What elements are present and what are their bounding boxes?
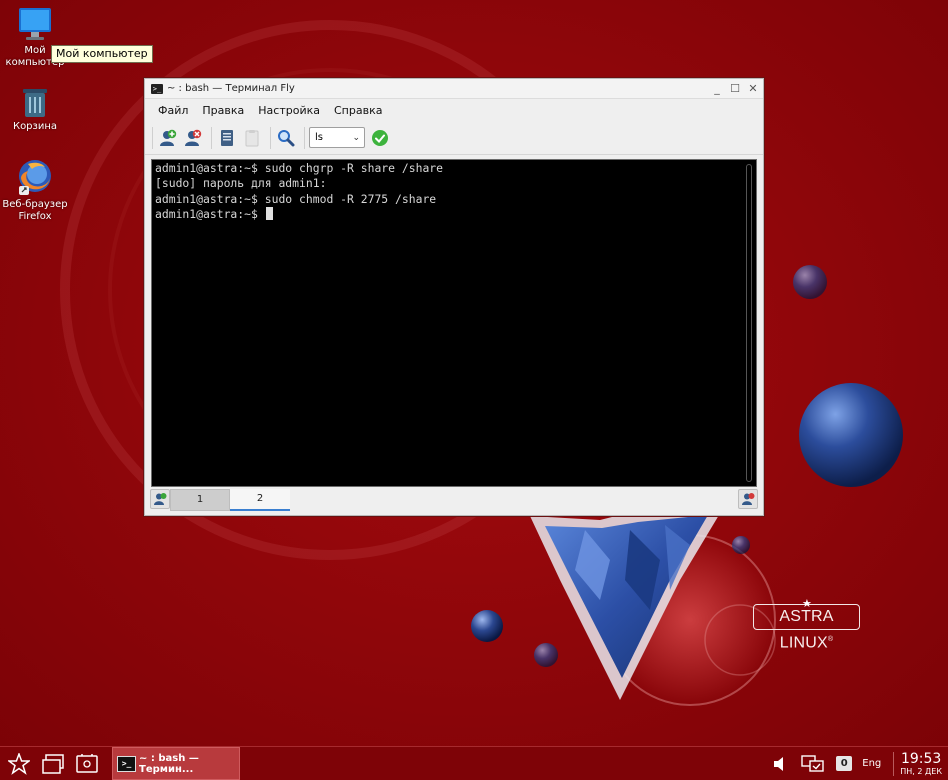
chevron-down-icon: ⌄ xyxy=(352,132,360,143)
terminal-cursor xyxy=(265,207,273,221)
network-button[interactable] xyxy=(800,754,826,774)
logo-mark: ® xyxy=(827,636,834,643)
close-tab-button[interactable] xyxy=(738,489,758,509)
terminal-app-icon: >_ xyxy=(151,83,163,94)
minimize-button[interactable]: _ xyxy=(709,82,725,95)
window-titlebar[interactable]: >_ ~ : bash — Терминал Fly _ ☐ ✕ xyxy=(145,79,763,99)
new-tab-icon xyxy=(154,493,167,505)
terminal-text: admin1@astra:~$ sudo chgrp -R share /sha… xyxy=(155,161,443,223)
show-desktop-button[interactable] xyxy=(72,749,102,779)
terminal-prompt-line: admin1@astra:~$ xyxy=(155,207,443,222)
desktop-icon xyxy=(76,753,98,773)
copy-icon xyxy=(221,129,233,146)
terminal-line: admin1@astra:~$ sudo chmod -R 2775 /shar… xyxy=(155,191,437,206)
menu-bar: Файл Правка Настройка Справка xyxy=(145,99,763,121)
close-session-button[interactable] xyxy=(182,127,204,149)
terminal-line: [sudo] пароль для admin1: xyxy=(155,176,327,191)
terminal-window[interactable]: >_ ~ : bash — Терминал Fly _ ☐ ✕ Файл Пр… xyxy=(144,78,764,516)
session-tab-1[interactable]: 1 xyxy=(170,489,230,511)
run-icon xyxy=(372,129,388,146)
new-tab-button[interactable] xyxy=(150,489,170,509)
system-tray: 0 Eng 19:53 ПН, 2 ДЕК xyxy=(772,747,948,780)
terminal-line: admin1@astra:~$ sudo chgrp -R share /sha… xyxy=(155,161,444,175)
tab-bar-spacer xyxy=(290,489,738,511)
speaker-icon xyxy=(774,756,784,771)
windows-icon xyxy=(42,753,64,774)
tooltip: Мой компьютер xyxy=(51,45,153,63)
clock[interactable]: 19:53 ПН, 2 ДЕК xyxy=(893,750,942,776)
desktop-icon-label: Веб-браузер Firefox xyxy=(2,199,68,222)
toolbar-separator xyxy=(152,126,153,149)
clock-time: 19:53 xyxy=(900,750,942,767)
terminal-icon: >_ xyxy=(117,755,137,772)
find-icon xyxy=(278,129,295,146)
run-command-button[interactable] xyxy=(369,127,391,149)
network-icon xyxy=(801,754,824,772)
new-session-icon xyxy=(160,129,177,146)
firefox-icon xyxy=(17,158,53,196)
menu-file[interactable]: Файл xyxy=(151,104,195,117)
notifications-button[interactable]: 0 xyxy=(836,756,853,771)
astra-star-icon xyxy=(8,752,30,775)
taskbar-item-terminal[interactable]: >_ ~ : bash — Термин... xyxy=(112,747,240,780)
terminal-scrollbar[interactable] xyxy=(746,164,752,482)
desktop-icon-firefox[interactable]: Веб-браузер Firefox xyxy=(0,158,70,223)
new-session-button[interactable] xyxy=(157,127,179,149)
find-button[interactable] xyxy=(275,127,297,149)
desktop-icon-trash[interactable]: Корзина xyxy=(0,86,70,133)
terminal-prompt: admin1@astra:~$ xyxy=(155,207,265,222)
session-tab-2[interactable]: 2 xyxy=(230,489,290,511)
logo-star-icon: ★ xyxy=(802,598,813,610)
toolbar-separator xyxy=(211,126,212,149)
paste-button[interactable] xyxy=(241,127,263,149)
menu-edit[interactable]: Правка xyxy=(195,104,251,117)
terminal-output[interactable]: admin1@astra:~$ sudo chgrp -R share /sha… xyxy=(151,159,757,487)
close-tab-icon xyxy=(742,493,755,505)
session-tab-bar: 1 2 xyxy=(150,489,758,511)
menu-help[interactable]: Справка xyxy=(327,104,389,117)
trash-icon xyxy=(21,86,49,118)
menu-settings[interactable]: Настройка xyxy=(251,104,327,117)
paste-icon xyxy=(245,129,259,146)
astra-linux-logo: ★ ASTRA LINUX® xyxy=(753,598,860,651)
desktop-icon-label: Корзина xyxy=(12,121,58,132)
close-session-icon xyxy=(185,129,202,146)
start-menu-button[interactable] xyxy=(4,749,34,779)
toolbar-separator xyxy=(270,126,271,149)
monitor-icon xyxy=(18,6,52,42)
copy-button[interactable] xyxy=(216,127,238,149)
close-button[interactable]: ✕ xyxy=(745,82,761,95)
taskbar: >_ ~ : bash — Термин... 0 Eng 19:53 ПН, … xyxy=(0,746,948,780)
switch-windows-button[interactable] xyxy=(38,749,68,779)
keyboard-layout-indicator[interactable]: Eng xyxy=(862,758,881,769)
toolbar-separator xyxy=(304,126,305,149)
command-select[interactable]: ls ⌄ xyxy=(309,127,365,148)
volume-button[interactable] xyxy=(772,755,790,773)
taskbar-item-label: ~ : bash — Термин... xyxy=(139,752,199,775)
window-title: ~ : bash — Терминал Fly xyxy=(167,83,295,94)
toolbar: ls ⌄ xyxy=(145,121,763,155)
notification-count-badge: 0 xyxy=(836,756,853,771)
command-select-value: ls xyxy=(315,132,323,143)
clock-date: ПН, 2 ДЕК xyxy=(900,766,942,776)
maximize-button[interactable]: ☐ xyxy=(727,82,743,95)
